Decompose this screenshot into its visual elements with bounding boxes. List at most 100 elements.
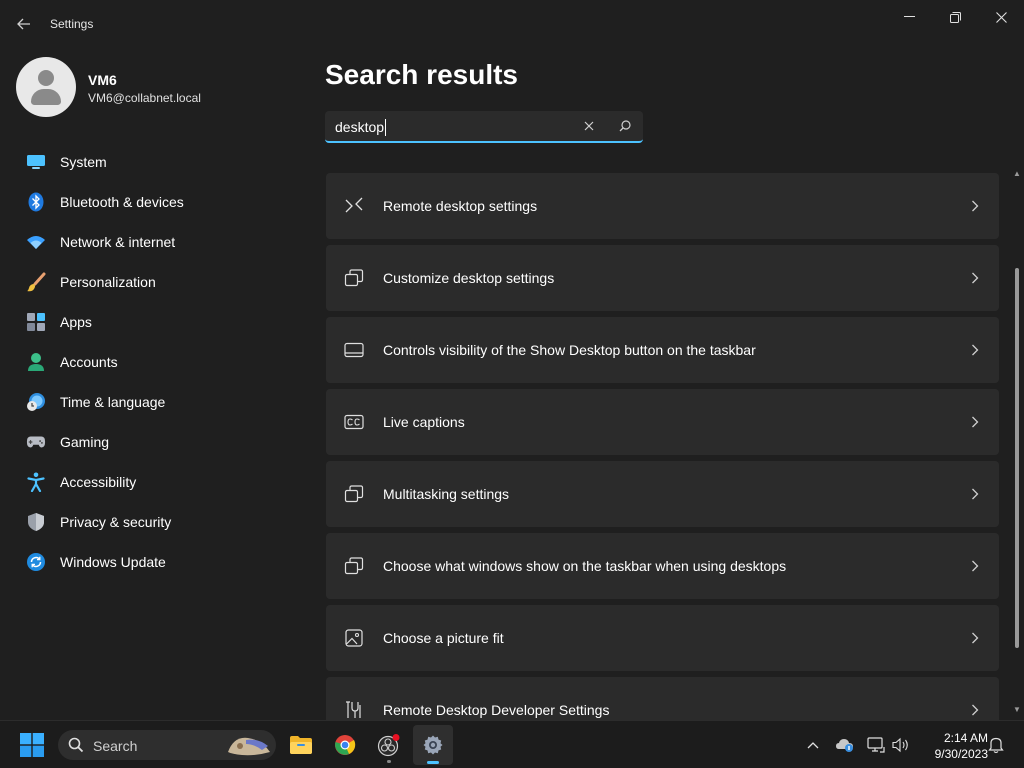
apps-icon bbox=[26, 312, 46, 332]
result-label: Live captions bbox=[383, 414, 465, 430]
chevron-right-icon bbox=[967, 412, 983, 432]
onedrive-icon[interactable] bbox=[835, 735, 855, 755]
volume-icon[interactable] bbox=[891, 735, 911, 755]
chevron-right-icon bbox=[967, 556, 983, 576]
clear-icon[interactable] bbox=[578, 111, 600, 141]
cc-icon bbox=[344, 412, 364, 432]
sidebar-nav: System Bluetooth & devices Network & int… bbox=[16, 142, 306, 582]
sidebar-item-label: Network & internet bbox=[60, 234, 176, 250]
scroll-up-arrow-icon[interactable]: ▲ bbox=[1013, 170, 1021, 178]
avatar-body bbox=[31, 89, 61, 105]
scroll-down-arrow-icon[interactable]: ▼ bbox=[1013, 706, 1021, 714]
result-label: Controls visibility of the Show Desktop … bbox=[383, 342, 756, 358]
sidebar-item-bluetooth[interactable]: Bluetooth & devices bbox=[16, 182, 306, 222]
result-picture-fit[interactable]: Choose a picture fit bbox=[326, 605, 999, 671]
result-show-desktop-button[interactable]: Controls visibility of the Show Desktop … bbox=[326, 317, 999, 383]
taskbar-icon bbox=[344, 340, 364, 360]
clock-date: 9/30/2023 bbox=[934, 747, 988, 761]
chevron-right-icon bbox=[967, 196, 983, 216]
sidebar-item-label: Accessibility bbox=[60, 474, 137, 490]
running-indicator bbox=[387, 760, 391, 763]
sidebar-item-privacy[interactable]: Privacy & security bbox=[16, 502, 306, 542]
sidebar-item-label: Accounts bbox=[60, 354, 118, 370]
result-remote-desktop-developer[interactable]: Remote Desktop Developer Settings bbox=[326, 677, 999, 720]
restore-icon bbox=[949, 11, 961, 23]
restore-button[interactable] bbox=[932, 4, 978, 30]
active-indicator bbox=[427, 761, 439, 764]
sidebar-item-label: Bluetooth & devices bbox=[60, 194, 184, 210]
sidebar-item-time-language[interactable]: Time & language bbox=[16, 382, 306, 422]
multiwindow-icon bbox=[344, 556, 364, 576]
sidebar-item-label: System bbox=[60, 154, 107, 170]
scroll-thumb[interactable] bbox=[1015, 268, 1019, 648]
remote-desktop-icon bbox=[344, 196, 364, 216]
multiwindow-icon bbox=[344, 484, 364, 504]
taskbar-search[interactable]: Search bbox=[58, 730, 276, 760]
bell-icon[interactable] bbox=[986, 735, 1006, 755]
sidebar-item-network[interactable]: Network & internet bbox=[16, 222, 306, 262]
sidebar-item-label: Time & language bbox=[60, 394, 166, 410]
gamepad-icon bbox=[26, 432, 46, 452]
results-scrollbar[interactable]: ▲ ▼ bbox=[1012, 168, 1022, 718]
app-title: Settings bbox=[50, 17, 94, 31]
search-input[interactable]: desktop bbox=[325, 111, 643, 143]
accessibility-icon bbox=[26, 472, 46, 492]
network-icon[interactable] bbox=[866, 735, 886, 755]
taskbar-file-explorer[interactable] bbox=[281, 725, 321, 765]
result-label: Choose what windows show on the taskbar … bbox=[383, 558, 787, 574]
sidebar-item-windows-update[interactable]: Windows Update bbox=[16, 542, 306, 582]
sidebar-item-apps[interactable]: Apps bbox=[16, 302, 306, 342]
title-bar: Settings bbox=[0, 0, 1024, 48]
close-button[interactable] bbox=[978, 4, 1024, 30]
sidebar-item-label: Gaming bbox=[60, 434, 110, 450]
sidebar-item-accounts[interactable]: Accounts bbox=[16, 342, 306, 382]
file-explorer-icon bbox=[290, 736, 312, 754]
bluetooth-icon bbox=[26, 192, 46, 212]
update-icon bbox=[26, 552, 46, 572]
minimize-icon bbox=[903, 16, 915, 17]
avatar[interactable] bbox=[16, 57, 76, 117]
taskbar-obs[interactable] bbox=[369, 725, 409, 765]
taskbar-chrome[interactable] bbox=[325, 725, 365, 765]
sidebar-item-label: Windows Update bbox=[60, 554, 166, 570]
sidebar-item-personalization[interactable]: Personalization bbox=[16, 262, 306, 302]
search-highlight-art-icon bbox=[226, 732, 272, 758]
shield-icon bbox=[26, 512, 46, 532]
chevron-right-icon bbox=[967, 268, 983, 288]
taskbar-search-label: Search bbox=[93, 738, 138, 754]
multiwindow-icon bbox=[344, 268, 364, 288]
sidebar-item-label: Personalization bbox=[60, 274, 156, 290]
picture-icon bbox=[344, 628, 364, 648]
clock-time: 2:14 AM bbox=[943, 731, 988, 745]
taskbar-settings[interactable] bbox=[413, 725, 453, 765]
search-results-list: Remote desktop settings Customize deskto… bbox=[325, 165, 1000, 720]
back-arrow-icon[interactable] bbox=[12, 12, 36, 36]
accounts-icon bbox=[26, 352, 46, 372]
settings-gear-icon bbox=[423, 735, 443, 755]
windows-start-icon[interactable] bbox=[20, 733, 44, 757]
sidebar-item-gaming[interactable]: Gaming bbox=[16, 422, 306, 462]
brush-icon bbox=[26, 272, 46, 292]
search-input-value[interactable]: desktop bbox=[335, 119, 387, 136]
chevron-right-icon bbox=[967, 628, 983, 648]
system-icon bbox=[26, 152, 46, 172]
result-multitasking-settings[interactable]: Multitasking settings bbox=[326, 461, 999, 527]
result-live-captions[interactable]: Live captions bbox=[326, 389, 999, 455]
minimize-button[interactable] bbox=[886, 4, 932, 30]
result-remote-desktop-settings[interactable]: Remote desktop settings bbox=[326, 173, 999, 239]
chevron-right-icon bbox=[967, 484, 983, 504]
sidebar-item-label: Apps bbox=[60, 314, 92, 330]
chevron-up-icon[interactable] bbox=[803, 735, 823, 755]
result-customize-desktop-settings[interactable]: Customize desktop settings bbox=[326, 245, 999, 311]
result-label: Choose a picture fit bbox=[383, 630, 504, 646]
system-clock[interactable]: 2:14 AM 9/30/2023 bbox=[918, 730, 988, 762]
result-taskbar-desktops[interactable]: Choose what windows show on the taskbar … bbox=[326, 533, 999, 599]
result-label: Multitasking settings bbox=[383, 486, 510, 502]
sidebar-item-system[interactable]: System bbox=[16, 142, 306, 182]
search-icon[interactable] bbox=[613, 111, 637, 141]
result-label: Customize desktop settings bbox=[383, 270, 555, 286]
sidebar-item-accessibility[interactable]: Accessibility bbox=[16, 462, 306, 502]
user-email: VM6@collabnet.local bbox=[88, 91, 201, 105]
search-icon bbox=[68, 737, 84, 753]
wifi-icon bbox=[26, 232, 46, 252]
